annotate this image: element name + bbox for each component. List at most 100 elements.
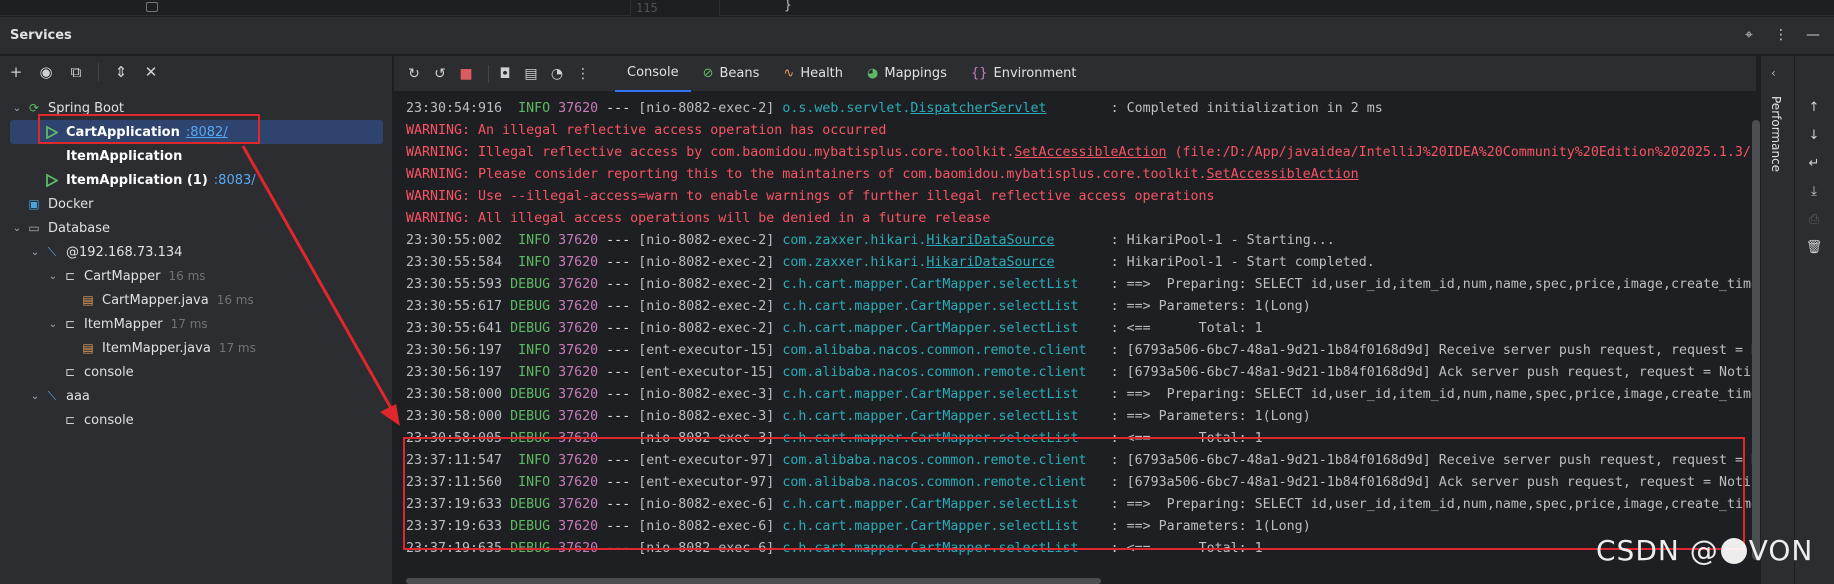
log-level: INFO [510,233,551,248]
port-link[interactable]: :8083/ [214,173,256,188]
tree-item[interactable]: ItemApplication [0,144,393,168]
tab-label: Environment [993,66,1077,81]
crosshair-icon[interactable]: ⌖ [1740,26,1758,44]
tree-item[interactable]: ⌄ ⊏ CartMapper 16 ms [0,264,393,288]
port-link[interactable]: :8082/ [186,125,228,140]
run-icon [44,124,60,140]
log-logger: c.h.cart.mapper.CartMapper.selectList [782,431,1079,446]
log-line: 23:30:55:593 DEBUG 37620 --- [nio-8082-e… [406,274,1756,296]
warning-text: WARNING: Illegal reflective access by co… [406,145,1015,160]
log-padding [1087,343,1103,358]
collapse-all-icon[interactable]: ✕ [141,62,161,82]
log-level: DEBUG [510,409,551,424]
profiler-icon[interactable]: ◔ [547,64,567,84]
performance-tab[interactable]: Performance [1769,96,1783,172]
tree-item[interactable]: ▤ CartMapper.java 16 ms [0,288,393,312]
class-link[interactable]: SetAccessibleAction [1207,167,1359,182]
log-line: 23:30:58:000 DEBUG 37620 --- [nio-8082-e… [406,409,1311,424]
expand-all-icon[interactable]: ⇕ [111,62,131,82]
chevron-down-icon[interactable]: ⌄ [46,271,60,282]
warning-text-tail: (file:/D:/App/javaidea/IntelliJ%20IDEA%2… [1166,145,1756,160]
log-message: : Completed initialization in 2 ms [1110,101,1383,116]
tree-item[interactable]: ItemApplication (1):8083/ [0,168,393,192]
tree-item[interactable]: ⊏ console [0,360,393,384]
chevron-down-icon[interactable]: ⌄ [10,103,24,114]
tab-console[interactable]: Console [615,56,691,92]
tree-item[interactable]: ▤ ItemMapper.java 17 ms [0,336,393,360]
duration-label: 17 ms [218,341,256,355]
new-group-icon[interactable]: ⧉ [66,62,86,82]
soft-wrap-icon[interactable]: ↵ [1805,154,1823,172]
log-logger: c.h.cart.mapper.CartMapper.selectList [782,497,1079,512]
camera-icon[interactable]: ◘ [495,64,515,84]
warning-text: WARNING: Please consider reporting this … [406,167,1207,182]
tab-mappings[interactable]: ◕ Mappings [855,56,959,92]
more-vertical-icon[interactable]: ⋮ [1772,26,1790,44]
scroll-up-icon[interactable]: ↑ [1805,98,1823,116]
docker-icon: ▣ [28,197,40,211]
services-header: Services ⌖ ⋮ — [0,17,1834,55]
log-level: INFO [510,255,551,270]
watermark-avatar [1720,538,1747,564]
more-vertical-icon[interactable]: ⋮ [573,64,593,84]
print-icon[interactable]: ⎙ [1805,210,1823,228]
console-output[interactable]: 23:30:54:916 INFO 37620 --- [nio-8082-ex… [406,98,1756,568]
log-thread: [nio-8082-exec-3] [638,409,775,424]
log-line: 23:30:55:584 INFO 37620 --- [nio-8082-ex… [406,255,1375,270]
log-message: : ==> Parameters: 1(Long) [1110,299,1311,314]
log-message: : ==> Preparing: SELECT id,user_id,item_… [1110,277,1756,292]
class-link[interactable]: HikariDataSource [926,255,1054,270]
chevron-down-icon[interactable]: ⌄ [10,223,24,234]
eye-icon[interactable]: ◉ [36,62,56,82]
tree-item[interactable]: ⊏ console [0,408,393,432]
tab-beans[interactable]: ⊘ Beans [691,56,772,92]
log-padding [1079,519,1103,534]
tree-item[interactable]: ⌄ ⟍ aaa [0,384,393,408]
log-thread: [nio-8082-exec-2] [638,299,775,314]
tree-item[interactable]: ▣ Docker [0,192,393,216]
tree-item[interactable]: ⌄ ⟍ @192.168.73.134 [0,240,393,264]
class-link[interactable]: DispatcherServlet [910,101,1046,116]
chevron-left-icon[interactable]: ‹ [1771,66,1776,80]
class-link[interactable]: HikariDataSource [926,233,1054,248]
trash-icon[interactable]: 🗑 [1805,238,1823,256]
add-icon[interactable]: + [6,62,26,82]
chevron-down-icon[interactable]: ⌄ [46,319,60,330]
tree-item[interactable]: ⌄ ▭ Database [0,216,393,240]
minimize-icon[interactable]: — [1804,26,1822,44]
beans-icon: ⊘ [702,66,714,81]
log-line: 23:30:56:197 INFO 37620 --- [ent-executo… [406,340,1756,362]
watermark: CSDN @ VON [1596,534,1813,567]
rerun-debug-icon[interactable]: ↺ [430,64,450,84]
log-timestamp: 23:30:58:000 [406,409,503,424]
tree-item-label: ItemMapper.java [102,340,211,356]
stop-icon[interactable]: ■ [456,64,476,84]
scroll-down-icon[interactable]: ↓ [1805,126,1823,144]
log-thread: [nio-8082-exec-6] [638,519,775,534]
tree-item-label: CartMapper [84,268,161,284]
vertical-scrollbar[interactable] [1752,120,1760,560]
class-link[interactable]: SetAccessibleAction [1014,145,1166,160]
tree-item[interactable]: ⌄ ⊏ ItemMapper 17 ms [0,312,393,336]
chevron-down-icon[interactable]: ⌄ [28,247,42,258]
log-message: : [6793a506-6bc7-48a1-9d21-1b84f0168d9d]… [1110,475,1756,490]
log-line: 23:37:19:633 DEBUG 37620 --- [nio-8082-e… [406,494,1756,516]
tab-health[interactable]: ∿ Health [771,56,855,92]
scroll-to-end-icon[interactable]: ⤓ [1805,182,1823,200]
performance-sidebar: ‹ Performance [1760,56,1794,584]
log-pid: 37620 [558,387,599,402]
datasource-icon: ⟍ [47,244,57,259]
rerun-icon[interactable]: ↻ [404,64,424,84]
log-logger: com.zaxxer.hikari. [782,233,927,248]
horizontal-scrollbar[interactable] [406,578,1101,584]
tree-item-label: Docker [48,196,94,212]
log-line: WARNING: Please consider reporting this … [406,164,1756,186]
tree-item[interactable]: CartApplication:8082/ [10,120,383,144]
chevron-down-icon[interactable]: ⌄ [28,391,42,402]
log-pid: 37620 [558,497,599,512]
tab-environment[interactable]: {} Environment [959,56,1089,92]
log-pid: 37620 [558,101,599,116]
log-padding [1055,255,1103,270]
dump-threads-icon[interactable]: ▤ [521,64,541,84]
tree-item[interactable]: ⌄ ⟳ Spring Boot [0,96,393,120]
